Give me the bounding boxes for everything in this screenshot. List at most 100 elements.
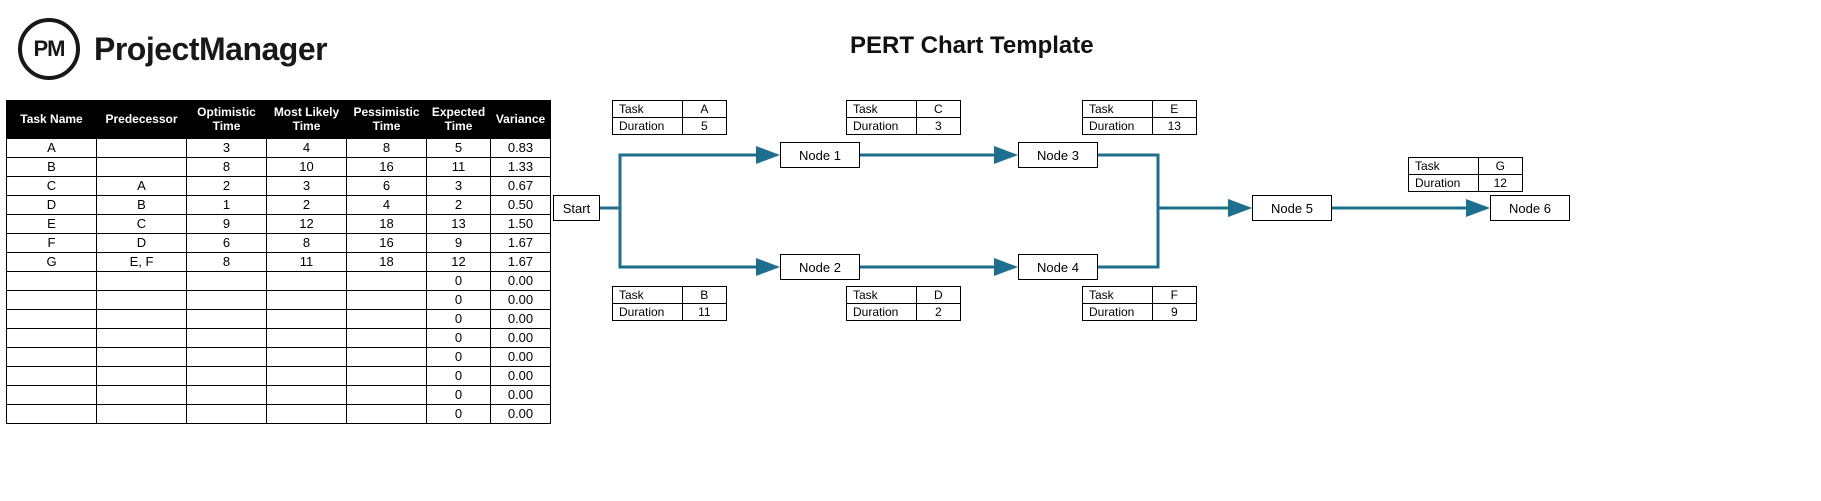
table-cell [347,328,427,347]
value-task-b: B [682,287,726,304]
label-duration: Duration [1083,304,1153,321]
table-cell: 12 [267,214,347,233]
table-row: GE, F81118121.67 [7,252,551,271]
table-cell: 8 [267,233,347,252]
pert-task-box-c: TaskC Duration3 [846,100,961,135]
table-cell: 0.00 [491,309,551,328]
label-task: Task [1083,287,1153,304]
table-row: DB12420.50 [7,195,551,214]
pert-chart: Start Node 1 Node 2 Node 3 Node 4 Node 5… [550,90,1560,350]
table-cell [267,309,347,328]
value-task-c: C [916,101,960,118]
label-task: Task [613,287,683,304]
table-cell: 0.00 [491,271,551,290]
table-cell [267,271,347,290]
table-row: 00.00 [7,309,551,328]
table-cell [347,309,427,328]
col-expected-time: ExpectedTime [427,101,491,139]
table-cell: 4 [347,195,427,214]
table-cell: E, F [97,252,187,271]
table-cell: 0.00 [491,404,551,423]
value-dur-g: 12 [1478,175,1522,192]
value-task-d: D [916,287,960,304]
table-cell: 12 [427,252,491,271]
value-dur-f: 9 [1152,304,1196,321]
table-cell [347,271,427,290]
table-row: A34850.83 [7,138,551,157]
table-cell: 0.00 [491,290,551,309]
table-cell: C [7,176,97,195]
value-dur-b: 11 [682,304,726,321]
table-cell [7,328,97,347]
table-cell [187,404,267,423]
col-task-name: Task Name [7,101,97,139]
table-cell: 6 [187,233,267,252]
table-cell [7,309,97,328]
table-cell: 2 [267,195,347,214]
task-table-header-row: Task Name Predecessor OptimisticTime Mos… [7,101,551,139]
col-most-likely-time: Most LikelyTime [267,101,347,139]
table-row: FD681691.67 [7,233,551,252]
table-cell: 6 [347,176,427,195]
table-cell: 1.67 [491,252,551,271]
table-cell: 0 [427,347,491,366]
table-cell [7,290,97,309]
table-cell: E [7,214,97,233]
table-cell [187,328,267,347]
table-cell: 0.00 [491,347,551,366]
table-cell [7,347,97,366]
pert-node-start: Start [553,195,600,221]
table-cell [347,290,427,309]
pert-task-box-a: TaskA Duration5 [612,100,727,135]
table-cell [7,404,97,423]
table-cell: 9 [187,214,267,233]
brand-logo-mark: PM [18,18,80,80]
table-cell: 2 [187,176,267,195]
table-cell: 16 [347,157,427,176]
label-duration: Duration [847,304,917,321]
table-cell: 0 [427,328,491,347]
table-cell [187,366,267,385]
label-task: Task [1409,158,1479,175]
label-task: Task [847,101,917,118]
table-cell: 1 [187,195,267,214]
table-cell: 18 [347,214,427,233]
pert-node-2: Node 2 [780,254,860,280]
page-title: PERT Chart Template [850,32,1094,60]
table-cell [187,385,267,404]
value-task-a: A [682,101,726,118]
label-duration: Duration [1083,118,1153,135]
pert-node-6: Node 6 [1490,195,1570,221]
table-cell: 0.00 [491,366,551,385]
pert-node-1: Node 1 [780,142,860,168]
table-cell: 16 [347,233,427,252]
table-row: B81016111.33 [7,157,551,176]
table-cell: A [97,176,187,195]
table-cell [7,271,97,290]
table-cell: 3 [427,176,491,195]
table-cell: 0 [427,290,491,309]
table-cell: B [97,195,187,214]
table-cell: 0.67 [491,176,551,195]
table-cell: 4 [267,138,347,157]
value-dur-d: 2 [916,304,960,321]
pert-task-box-e: TaskE Duration13 [1082,100,1197,135]
label-duration: Duration [847,118,917,135]
table-cell: D [7,195,97,214]
table-cell: 0 [427,385,491,404]
table-cell: 1.50 [491,214,551,233]
table-cell: 0.00 [491,328,551,347]
value-task-g: G [1478,158,1522,175]
table-cell [267,328,347,347]
table-cell [347,366,427,385]
brand-logo: PM ProjectManager [18,18,327,80]
table-cell [7,385,97,404]
table-cell [267,347,347,366]
table-cell: 0 [427,309,491,328]
pert-node-3: Node 3 [1018,142,1098,168]
table-cell [97,328,187,347]
table-cell: 2 [427,195,491,214]
table-cell: 3 [187,138,267,157]
table-cell: 5 [427,138,491,157]
table-row: 00.00 [7,347,551,366]
